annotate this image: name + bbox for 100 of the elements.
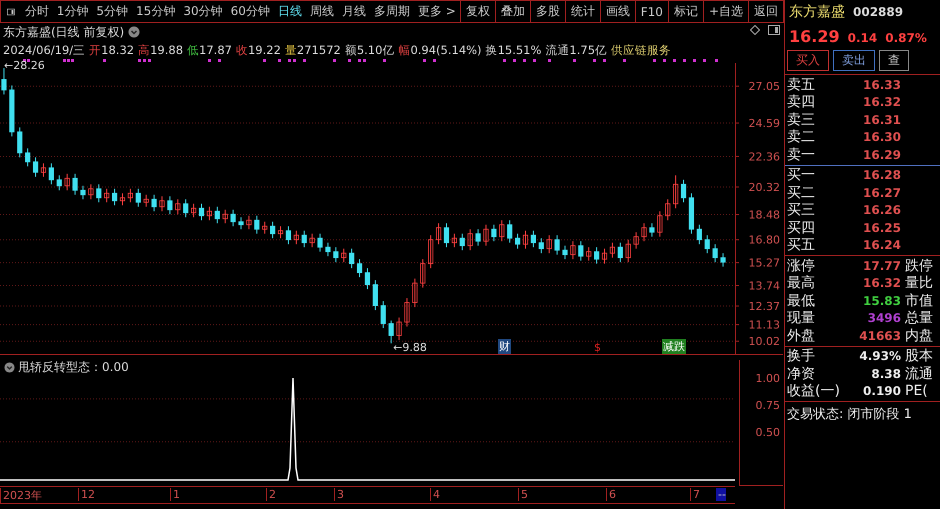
event-marker[interactable]: $: [593, 341, 602, 354]
last-price: 16.29: [789, 27, 840, 46]
diamond-icon[interactable]: [750, 25, 760, 35]
order-level-label: 卖一: [786, 146, 816, 164]
trade-button[interactable]: 买入: [787, 50, 829, 71]
panel-toggle-icon[interactable]: [7, 6, 15, 16]
quote-date: 2024/06/19/三: [3, 42, 86, 58]
trade-button[interactable]: 卖出: [833, 50, 875, 71]
quote-item: 幅0.94(5.14%): [398, 42, 482, 58]
candlestick: [372, 280, 378, 311]
period-tab[interactable]: 分时: [20, 3, 53, 20]
candlestick: [364, 268, 370, 290]
candlestick: [578, 240, 584, 262]
toolbar-button[interactable]: 返回: [748, 1, 783, 22]
candlestick: [522, 230, 528, 250]
stat-label: 净资: [786, 364, 816, 383]
x-axis-label: --: [716, 488, 726, 501]
toolbar-button[interactable]: 叠加: [494, 1, 530, 22]
toolbar-button[interactable]: 标记: [668, 1, 703, 22]
order-level-label: 卖三: [786, 110, 816, 129]
stat-value: 3496: [866, 311, 901, 326]
candlestick: [720, 252, 726, 268]
candlestick: [88, 184, 94, 200]
order-level-label: 卖二: [786, 128, 816, 146]
candlestick: [554, 234, 560, 256]
candlestick: [396, 317, 402, 341]
stat-label: 外盘: [786, 326, 816, 345]
y-axis-label: 16.80: [748, 234, 780, 247]
y-axis-label: 27.05: [748, 80, 780, 94]
event-marker[interactable]: 减跌: [662, 339, 686, 354]
candlestick: [704, 234, 710, 254]
stat-label: 现量: [786, 309, 816, 328]
order-price: 16.33: [862, 78, 901, 92]
stat-label: 最高: [786, 274, 816, 292]
period-tab[interactable]: 多周期: [370, 3, 414, 20]
period-tab[interactable]: 15分钟: [132, 3, 180, 20]
toolbar-button[interactable]: +自选: [702, 1, 748, 22]
period-tab[interactable]: 日线: [274, 3, 306, 20]
toolbar-button[interactable]: 画线: [600, 1, 635, 22]
dropdown-icon[interactable]: [4, 362, 15, 373]
candlestick: [641, 222, 647, 242]
panel-toggle-icon[interactable]: [768, 25, 780, 35]
candlestick: [412, 278, 418, 308]
candlestick: [673, 174, 678, 209]
x-axis-label: 1: [170, 488, 180, 501]
candlestick: [444, 222, 450, 248]
stat-value: 41663: [858, 328, 901, 343]
y-axis-label: 0.75: [754, 399, 781, 412]
event-marker[interactable]: 财: [498, 339, 511, 354]
candlestick: [420, 258, 426, 288]
toolbar-button[interactable]: 统计: [564, 1, 600, 22]
order-level-label: 买一: [786, 166, 816, 184]
period-tab[interactable]: 1分钟: [52, 3, 92, 20]
period-tab[interactable]: 60分钟: [226, 3, 274, 20]
candlestick: [262, 221, 268, 234]
candlestick: [128, 188, 133, 203]
order-level-label: 卖五: [786, 76, 816, 94]
candlestick: [278, 226, 284, 239]
order-price: 16.31: [862, 112, 901, 127]
order-price: 16.26: [862, 203, 901, 218]
trading-status: 交易状态: 闭市阶段 1: [786, 406, 913, 424]
order-price: 16.24: [862, 238, 901, 252]
stock-code: 002889: [853, 5, 904, 19]
candlestick: [286, 226, 292, 245]
candlestick: [64, 173, 70, 191]
order-price: 16.27: [862, 186, 901, 200]
candlestick: [626, 239, 631, 263]
toolbar-button[interactable]: 复权: [460, 1, 495, 22]
candlestick: [483, 224, 489, 246]
candlestick: [507, 220, 512, 244]
dropdown-icon[interactable]: [128, 26, 140, 38]
candlestick: [538, 238, 544, 254]
order-price: 16.29: [862, 148, 901, 162]
order-level-label: 买三: [786, 201, 816, 220]
candlestick: [144, 194, 149, 208]
candlestick: [1, 68, 7, 95]
candlestick: [175, 198, 180, 215]
toolbar-button[interactable]: F10: [634, 1, 668, 22]
stat-label: 量比: [904, 274, 933, 292]
period-tab[interactable]: 周线: [306, 3, 338, 20]
high-price-label: ←28.26: [4, 59, 45, 72]
y-axis-label: 11.13: [748, 318, 780, 332]
candlestick: [56, 174, 62, 191]
candlestick: [17, 126, 22, 158]
trade-button[interactable]: 查: [879, 50, 909, 71]
stat-label: 市值: [904, 292, 933, 310]
quote-item: 收19.22: [236, 42, 281, 58]
y-axis-label: 10.02: [748, 335, 780, 348]
period-tab[interactable]: 5分钟: [92, 3, 132, 20]
candlestick: [270, 221, 276, 239]
candlestick: [333, 246, 338, 263]
candlestick: [325, 242, 331, 257]
toolbar-button[interactable]: 多股: [530, 1, 565, 22]
more-button[interactable]: 更多 >: [414, 3, 460, 20]
stat-value: 17.77: [862, 258, 901, 273]
y-axis-label: 20.32: [748, 181, 780, 194]
period-tab[interactable]: 月线: [338, 3, 370, 20]
x-axis-label: 5: [518, 488, 528, 501]
period-tab[interactable]: 30分钟: [179, 3, 227, 20]
candlestick: [238, 216, 244, 230]
